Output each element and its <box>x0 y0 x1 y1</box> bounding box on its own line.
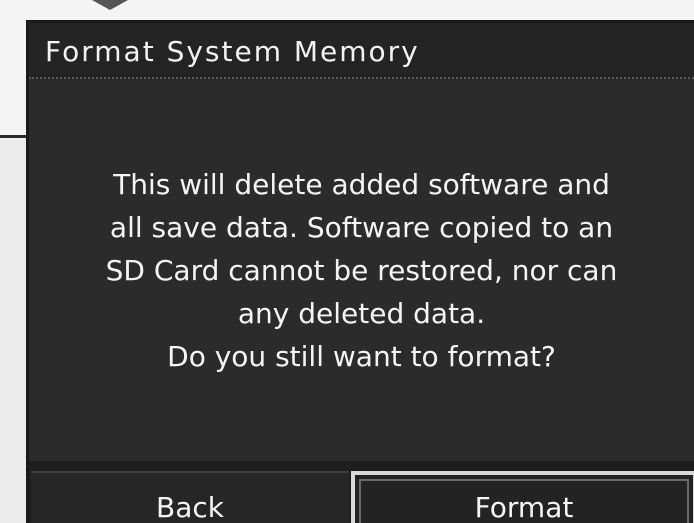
message-line: This will delete added software and <box>113 168 610 201</box>
message-line: all save data. Software copied to an <box>109 211 614 244</box>
dialog-message: This will delete added software and all … <box>29 163 694 378</box>
format-button[interactable]: Format <box>351 471 694 523</box>
back-button[interactable]: Back <box>31 471 349 523</box>
format-dialog: Format System Memory This will delete ad… <box>26 20 694 523</box>
message-line: any deleted data. <box>237 297 486 330</box>
message-line: SD Card cannot be restored, nor can <box>105 254 618 287</box>
message-line: Do you still want to format? <box>167 340 556 373</box>
screen: Format System Memory This will delete ad… <box>0 0 694 523</box>
down-arrow-icon <box>92 0 128 10</box>
dialog-title: Format System Memory <box>45 35 420 68</box>
dialog-header: Format System Memory <box>29 23 694 79</box>
